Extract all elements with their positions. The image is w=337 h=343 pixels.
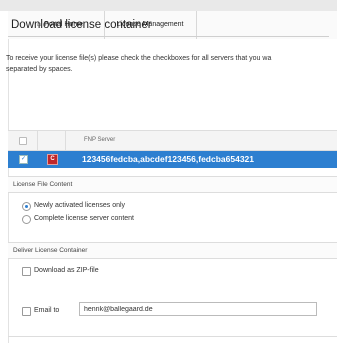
email-checkbox[interactable] bbox=[22, 307, 31, 316]
bottom-divider bbox=[8, 336, 337, 337]
license-content-header: License File Content bbox=[8, 177, 337, 193]
page-title: Download license container bbox=[11, 19, 152, 31]
top-bar bbox=[0, 0, 337, 11]
license-content-section: License File Content bbox=[8, 176, 337, 193]
intro-line-2: separated by spaces. bbox=[6, 66, 73, 73]
deliver-header: Deliver License Container bbox=[8, 243, 337, 259]
header-icon-cell bbox=[37, 131, 66, 150]
server-table: FNP Server ✓ C 123456fedcba,abcdef123456… bbox=[8, 130, 337, 168]
radio-newly-activated-label: Newly activated licenses only bbox=[34, 202, 126, 209]
column-header-fnp-server: FNP Server bbox=[84, 137, 116, 143]
radio-button-selected[interactable] bbox=[22, 202, 31, 211]
intro-line-1: To receive your license file(s) please c… bbox=[6, 55, 272, 62]
zip-label: Download as ZIP-file bbox=[34, 267, 99, 274]
email-input[interactable] bbox=[79, 302, 317, 316]
radio-complete-content-label: Complete license server content bbox=[34, 215, 134, 222]
email-label: Email to bbox=[34, 307, 60, 314]
header-check-cell bbox=[8, 131, 38, 150]
intro-text: To receive your license file(s) please c… bbox=[6, 53, 337, 75]
table-row[interactable]: ✓ C 123456fedcba,abcdef123456,fedcba6543… bbox=[8, 151, 337, 168]
table-header: FNP Server bbox=[8, 131, 337, 151]
zip-checkbox[interactable] bbox=[22, 267, 31, 276]
title-divider bbox=[8, 36, 329, 37]
server-icon: C bbox=[47, 154, 58, 165]
row-server-list: 123456fedcba,abcdef123456,fedcba654321 bbox=[82, 154, 255, 164]
row-checkbox[interactable]: ✓ bbox=[19, 155, 28, 164]
deliver-section: Deliver License Container bbox=[8, 242, 337, 259]
select-all-checkbox[interactable] bbox=[19, 137, 27, 145]
radio-button[interactable] bbox=[22, 215, 31, 224]
